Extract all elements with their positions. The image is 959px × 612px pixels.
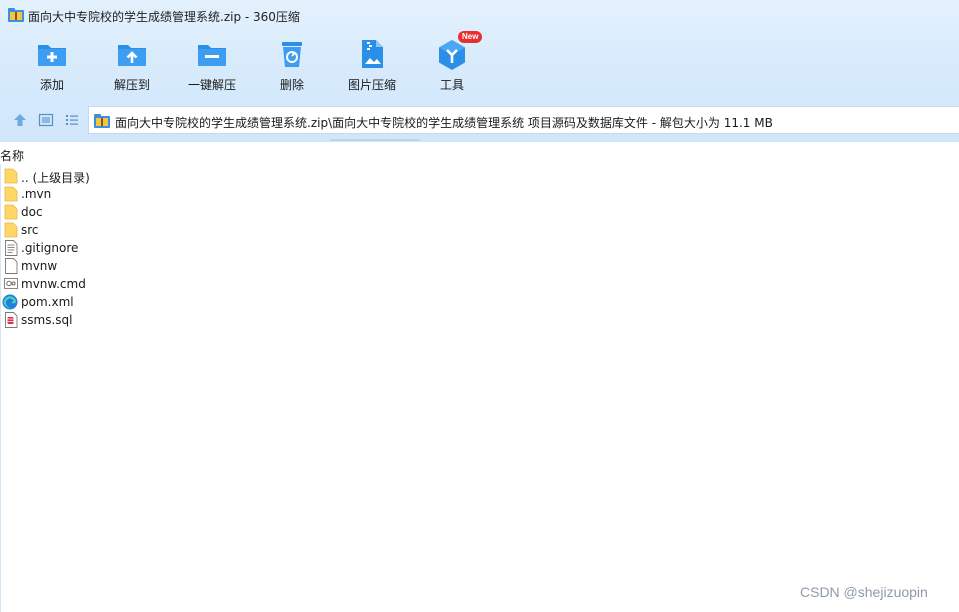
image-compress-icon	[362, 40, 383, 68]
file-list: .. (上级目录) .mvn doc src .gitignore mvnw m…	[0, 167, 200, 329]
column-header-name[interactable]: 名称	[0, 147, 24, 164]
folder-icon	[4, 186, 18, 202]
up-arrow-icon[interactable]	[12, 112, 28, 128]
file-name: mvnw	[21, 259, 58, 273]
edge-browser-icon	[2, 294, 18, 310]
file-name: .. (上级目录)	[21, 171, 90, 185]
folder-icon	[4, 222, 18, 238]
list-view-icon[interactable]	[64, 112, 80, 128]
file-name: doc	[21, 205, 43, 219]
new-badge: New	[458, 31, 483, 43]
top-ribbon: 面向大中专院校的学生成绩管理系统.zip - 360压缩 添加 解压到 一键解压…	[0, 0, 959, 142]
folder-icon	[4, 204, 18, 220]
zip-archive-icon	[94, 114, 110, 128]
tools-label: 工具	[439, 78, 464, 92]
list-item-mvnw-cmd[interactable]: mvnw.cmd	[0, 275, 200, 293]
image-compress-button[interactable]: 图片压缩	[332, 36, 412, 96]
delete-label: 删除	[279, 78, 304, 92]
list-item-pom-xml[interactable]: pom.xml	[0, 293, 200, 311]
delete-trash-icon	[282, 42, 302, 67]
text-file-icon	[4, 240, 18, 256]
one-click-extract-icon	[198, 45, 226, 66]
sql-file-icon	[4, 312, 18, 328]
extract-to-icon	[118, 45, 146, 66]
file-name: ssms.sql	[21, 313, 73, 327]
thumbnail-view-icon[interactable]	[38, 112, 54, 128]
extract-to-label: 解压到	[113, 78, 150, 92]
file-name: pom.xml	[21, 295, 74, 309]
folder-icon	[4, 168, 18, 184]
list-item-gitignore[interactable]: .gitignore	[0, 239, 200, 257]
one-click-extract-button[interactable]: 一键解压	[172, 36, 252, 96]
list-item-src[interactable]: src	[0, 221, 200, 239]
tools-button[interactable]: New 工具	[412, 31, 492, 96]
current-path: 面向大中专院校的学生成绩管理系统.zip\面向大中专院校的学生成绩管理系统 项目…	[115, 116, 773, 130]
list-item-mvnw[interactable]: mvnw	[0, 257, 200, 275]
main-toolbar: 添加 解压到 一键解压 删除 图片压缩 New 工具	[0, 31, 560, 98]
list-item-mvn[interactable]: .mvn	[0, 185, 200, 203]
add-folder-icon	[38, 45, 66, 66]
delete-button[interactable]: 删除	[252, 36, 332, 96]
list-item-ssms-sql[interactable]: ssms.sql	[0, 311, 200, 329]
add-label: 添加	[39, 78, 64, 92]
zip-app-icon	[8, 8, 24, 22]
file-name: mvnw.cmd	[21, 277, 86, 291]
file-name: src	[21, 223, 39, 237]
file-name: .gitignore	[21, 241, 79, 255]
add-button[interactable]: 添加	[12, 36, 92, 96]
file-list-panel: 名称 .. (上级目录) .mvn doc src .gitignore mvn…	[0, 142, 959, 612]
list-item-parent-dir[interactable]: .. (上级目录)	[0, 167, 200, 185]
csdn-watermark: CSDN @shejizuopin	[800, 584, 928, 600]
blank-file-icon	[4, 258, 18, 274]
title-bar: 面向大中专院校的学生成绩管理系统.zip - 360压缩	[0, 0, 959, 30]
cmd-file-icon	[4, 276, 18, 292]
extract-to-button[interactable]: 解压到	[92, 36, 172, 96]
navigation-bar: 面向大中专院校的学生成绩管理系统.zip\面向大中专院校的学生成绩管理系统 项目…	[0, 105, 959, 135]
address-bar[interactable]: 面向大中专院校的学生成绩管理系统.zip\面向大中专院校的学生成绩管理系统 项目…	[88, 106, 959, 134]
window-title: 面向大中专院校的学生成绩管理系统.zip - 360压缩	[28, 10, 300, 24]
one-click-extract-label: 一键解压	[187, 78, 236, 92]
image-compress-label: 图片压缩	[347, 78, 396, 92]
list-item-doc[interactable]: doc	[0, 203, 200, 221]
ribbon-divider	[330, 139, 420, 141]
file-name: .mvn	[21, 187, 52, 201]
